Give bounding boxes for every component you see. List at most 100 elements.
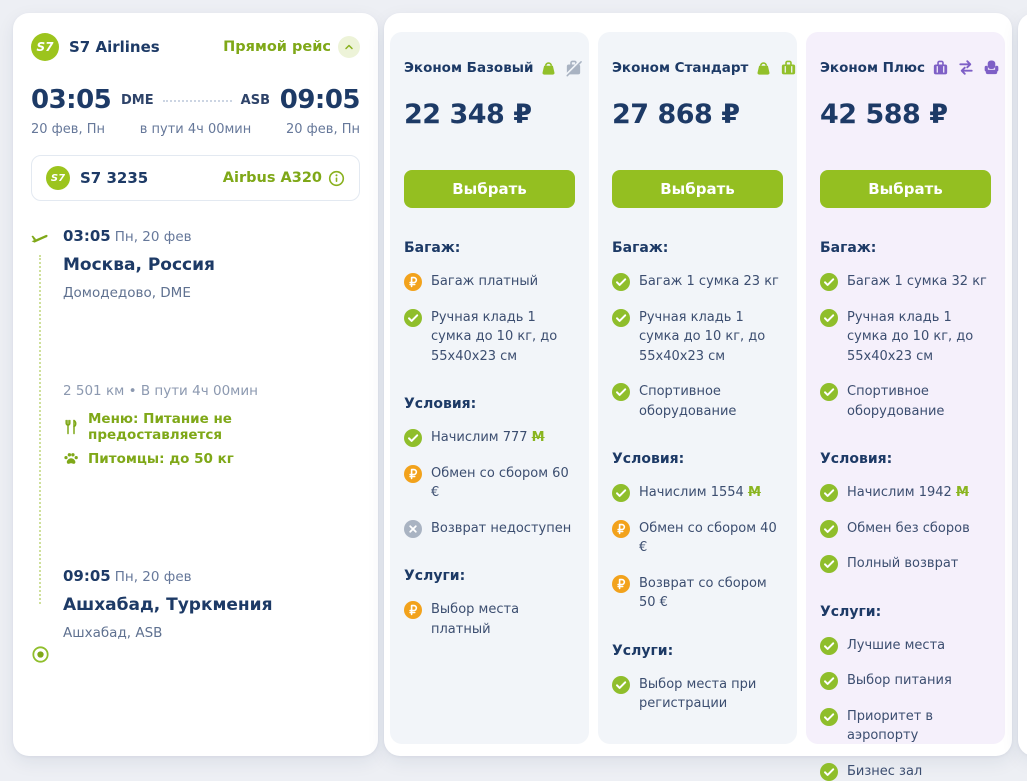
fare-section-heading: Условия: bbox=[820, 451, 991, 467]
fare-card-header: Эконом Стандарт bbox=[612, 58, 783, 77]
departure-icon bbox=[29, 227, 49, 251]
flight-number-chip: S7 S7 3235 Airbus A320 bbox=[31, 155, 360, 201]
fare-feature-item: Обмен со сбором 60 € bbox=[404, 464, 575, 503]
fare-feature-text: Начислим 1554 М bbox=[639, 483, 761, 503]
fare-feature-item: Выбор места платный bbox=[404, 600, 575, 639]
fare-header-icons bbox=[931, 58, 1001, 77]
chevron-up-icon[interactable] bbox=[338, 36, 360, 58]
fare-feature-item: Багаж 1 сумка 23 кг bbox=[612, 272, 783, 292]
fare-feature-item: Багаж 1 сумка 32 кг bbox=[820, 272, 991, 292]
paid-icon bbox=[404, 465, 422, 483]
fare-feature-text: Выбор места при регистрации bbox=[639, 675, 783, 714]
fare-feature-item: Возврат недоступен bbox=[404, 519, 575, 539]
s7-airline-logo: S7 bbox=[31, 33, 59, 61]
segment-arrive-time: 09:05 bbox=[63, 567, 111, 585]
arrive-date: 20 фев, Пн bbox=[276, 122, 360, 137]
fare-price: 42 588 ₽ bbox=[820, 99, 991, 130]
direct-flight-toggle[interactable]: Прямой рейс bbox=[223, 36, 360, 58]
fare-feature-item: Начислим 777 М bbox=[404, 428, 575, 448]
cross-icon bbox=[404, 520, 422, 538]
pets-label: Питомцы: до 50 кг bbox=[88, 451, 234, 467]
baggage-purple-icon bbox=[931, 58, 950, 77]
aircraft-info: Airbus A320 bbox=[223, 170, 345, 187]
fare-feature-text: Возврат недоступен bbox=[431, 519, 571, 539]
depart-date: 20 фев, Пн bbox=[31, 122, 115, 137]
fare-feature-text: Выбор питания bbox=[847, 671, 952, 691]
miles-symbol: М bbox=[748, 485, 761, 500]
flight-duration: в пути 4ч 00мин bbox=[115, 122, 276, 137]
check-icon bbox=[404, 429, 422, 447]
select-fare-button[interactable]: Выбрать bbox=[612, 170, 783, 208]
fare-feature-text: Выбор места платный bbox=[431, 600, 575, 639]
fare-card: Эконом Стандарт 27 868 ₽ Выбрать Багаж: Б… bbox=[598, 32, 797, 744]
fare-details: Багаж:Багаж платныйРучная кладь 1 сумка … bbox=[404, 240, 575, 639]
fare-feature-item: Обмен без сборов bbox=[820, 519, 991, 539]
flight-number: S7 3235 bbox=[80, 169, 148, 187]
segment-depart-date: Пн, 20 фев bbox=[115, 229, 192, 245]
flight-timeline: 03:05Пн, 20 фев Москва, Россия Домодедов… bbox=[31, 227, 360, 641]
fare-section-heading: Багаж: bbox=[612, 240, 783, 256]
fare-feature-text: Обмен без сборов bbox=[847, 519, 970, 539]
depart-airport: Домодедово, DME bbox=[63, 285, 360, 301]
timeline-spacer bbox=[63, 467, 360, 567]
fare-feature-text: Начислим 777 М bbox=[431, 428, 545, 448]
menu-feature-row: Меню: Питание не предоставляется bbox=[63, 411, 360, 443]
route-dates-row: 20 фев, Пн в пути 4ч 00мин 20 фев, Пн bbox=[13, 115, 378, 137]
route-dotted-line bbox=[163, 100, 232, 102]
paw-icon bbox=[63, 451, 79, 467]
check-icon bbox=[612, 484, 630, 502]
fare-section-heading: Условия: bbox=[404, 396, 575, 412]
fare-options-panel: Эконом Базовый 22 348 ₽ Выбрать Багаж:Ба… bbox=[384, 13, 1012, 756]
arrival-marker-icon bbox=[31, 645, 50, 668]
fare-feature-text: Обмен со сбором 60 € bbox=[431, 464, 575, 503]
check-icon bbox=[820, 520, 838, 538]
fare-feature-text: Ручная кладь 1 сумка до 10 кг, до 55x40x… bbox=[431, 308, 575, 367]
fare-feature-text: Ручная кладь 1 сумка до 10 кг, до 55x40x… bbox=[639, 308, 783, 367]
fare-section-heading: Услуги: bbox=[612, 643, 783, 659]
arrive-airport: Ашхабад, ASB bbox=[63, 625, 360, 641]
menu-label: Меню: Питание не предоставляется bbox=[88, 411, 360, 443]
fare-details: Багаж: Багаж 1 сумка 32 кг Ручная кладь 1 … bbox=[820, 240, 991, 781]
fare-card-header: Эконом Базовый bbox=[404, 58, 575, 77]
fare-section-heading: Услуги: bbox=[820, 604, 991, 620]
arrive-airport-code: ASB bbox=[241, 93, 270, 108]
route-times-row: 03:05 DME ASB 09:05 bbox=[13, 61, 378, 115]
fare-feature-item: Багаж платный bbox=[404, 272, 575, 292]
check-icon bbox=[612, 309, 630, 327]
fare-feature-item: Спортивное оборудование bbox=[820, 382, 991, 421]
select-fare-button[interactable]: Выбрать bbox=[404, 170, 575, 208]
fare-feature-text: Полный возврат bbox=[847, 554, 958, 574]
fare-feature-item: Полный возврат bbox=[820, 554, 991, 574]
info-icon[interactable] bbox=[328, 170, 345, 187]
segment-depart-time-row: 03:05Пн, 20 фев bbox=[63, 227, 360, 245]
segment-arrive-date: Пн, 20 фев bbox=[115, 569, 192, 585]
fare-section-heading: Багаж: bbox=[820, 240, 991, 256]
segment-arrive-time-row: 09:05Пн, 20 фев bbox=[63, 567, 360, 585]
timeline-dotted-line bbox=[39, 255, 41, 604]
fare-feature-item: Ручная кладь 1 сумка до 10 кг, до 55x40x… bbox=[820, 308, 991, 367]
fare-section-heading: Условия: bbox=[612, 451, 783, 467]
fare-feature-item: Приоритет в аэропорту bbox=[820, 707, 991, 746]
fare-feature-text: Спортивное оборудование bbox=[847, 382, 991, 421]
baggage-crossed-gray-icon bbox=[564, 58, 583, 77]
fare-feature-text: Багаж 1 сумка 23 кг bbox=[639, 272, 779, 292]
direct-flight-label: Прямой рейс bbox=[223, 39, 331, 55]
check-icon bbox=[820, 637, 838, 655]
depart-time: 03:05 bbox=[31, 85, 115, 115]
fare-feature-item: Ручная кладь 1 сумка до 10 кг, до 55x40x… bbox=[404, 308, 575, 367]
fare-card-header: Эконом Плюс bbox=[820, 58, 991, 77]
fare-title: Эконом Плюс bbox=[820, 60, 925, 76]
depart-airport-code: DME bbox=[121, 93, 154, 108]
paid-icon bbox=[612, 575, 630, 593]
select-fare-button[interactable]: Выбрать bbox=[820, 170, 991, 208]
fare-title: Эконом Стандарт bbox=[612, 60, 748, 76]
fare-price: 22 348 ₽ bbox=[404, 99, 575, 130]
fare-feature-item: Спортивное оборудование bbox=[612, 382, 783, 421]
fare-feature-text: Багаж платный bbox=[431, 272, 538, 292]
check-icon bbox=[612, 676, 630, 694]
fare-feature-text: Бизнес зал bbox=[847, 762, 922, 781]
fare-price: 27 868 ₽ bbox=[612, 99, 783, 130]
seat-purple-icon bbox=[982, 58, 1001, 77]
fare-feature-item: Возврат со сбором 50 € bbox=[612, 574, 783, 613]
next-fare-card-peek[interactable] bbox=[1018, 13, 1027, 756]
